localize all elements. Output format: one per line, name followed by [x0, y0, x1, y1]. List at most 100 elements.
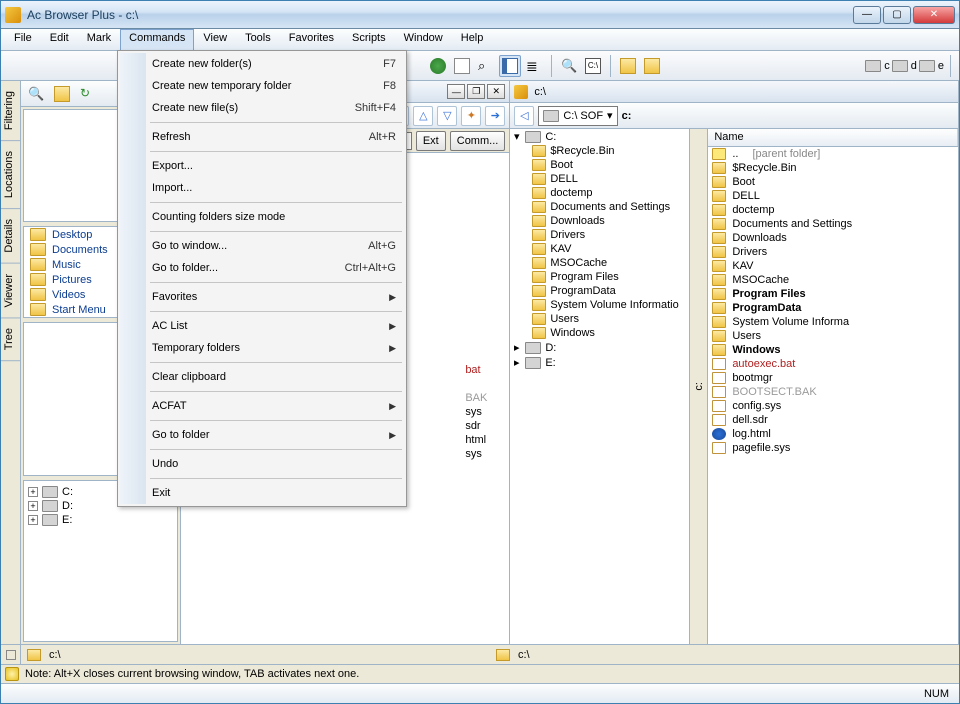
tree-folder[interactable]: Downloads — [510, 214, 689, 228]
tree-folder[interactable]: DELL — [510, 172, 689, 186]
tool-details-icon[interactable]: ≣ — [523, 55, 545, 77]
toolbar-drive-d[interactable]: d — [892, 60, 917, 72]
file-row[interactable]: log.html — [708, 427, 958, 441]
toolbar-drive-e[interactable]: e — [919, 60, 944, 72]
nav-up-icon[interactable]: △ — [413, 106, 433, 126]
menu-item[interactable]: Export... — [120, 155, 404, 177]
side-tab-viewer[interactable]: Viewer — [1, 264, 20, 318]
search-icon[interactable]: 🔍 — [25, 83, 47, 105]
file-row[interactable]: dell.sdr — [708, 413, 958, 427]
menu-item[interactable]: Create new folder(s)F7 — [120, 53, 404, 75]
toolbar-drive-c[interactable]: c — [865, 60, 890, 72]
tool-find-icon[interactable]: 🔍 — [558, 55, 580, 77]
refresh-icon[interactable]: ↻ — [77, 83, 99, 105]
drive-selector[interactable]: C:\ SOF ▾ — [538, 106, 617, 126]
file-list-right[interactable]: ..[parent folder]$Recycle.BinBootDELLdoc… — [708, 147, 958, 644]
file-row[interactable]: autoexec.bat — [708, 357, 958, 371]
expand-icon[interactable]: + — [28, 515, 38, 525]
menu-item[interactable]: Clear clipboard — [120, 366, 404, 388]
tree-folder[interactable]: Users — [510, 312, 689, 326]
path-segment-left[interactable]: c:\ — [21, 649, 490, 661]
mdi-minimize[interactable]: — — [447, 84, 465, 99]
file-row[interactable]: pagefile.sys — [708, 441, 958, 455]
folder-icon[interactable] — [51, 83, 73, 105]
path-expand-icon[interactable] — [6, 650, 16, 660]
tree-folder[interactable]: KAV — [510, 242, 689, 256]
folder-row[interactable]: Documents and Settings — [708, 217, 958, 231]
tree-folder[interactable]: doctemp — [510, 186, 689, 200]
folder-row[interactable]: Boot — [708, 175, 958, 189]
menu-item[interactable]: Exit — [120, 482, 404, 504]
menu-item[interactable]: Go to folder...Ctrl+Alt+G — [120, 257, 404, 279]
tool-refresh-icon[interactable] — [427, 55, 449, 77]
menu-item[interactable]: Temporary folders▶ — [120, 337, 404, 359]
drive-node[interactable]: +E: — [28, 513, 173, 527]
menu-view[interactable]: View — [194, 29, 236, 50]
folder-row[interactable]: Users — [708, 329, 958, 343]
menu-favorites[interactable]: Favorites — [280, 29, 343, 50]
folder-row[interactable]: doctemp — [708, 203, 958, 217]
menu-file[interactable]: File — [5, 29, 41, 50]
folder-row[interactable]: KAV — [708, 259, 958, 273]
menu-item[interactable]: Counting folders size mode — [120, 206, 404, 228]
menu-tools[interactable]: Tools — [236, 29, 280, 50]
folder-row[interactable]: MSOCache — [708, 273, 958, 287]
side-tab-locations[interactable]: Locations — [1, 141, 20, 209]
col-name[interactable]: Name — [708, 129, 958, 146]
tree-folder[interactable]: MSOCache — [510, 256, 689, 270]
menu-item[interactable]: ACFAT▶ — [120, 395, 404, 417]
folder-row[interactable]: Downloads — [708, 231, 958, 245]
tree-folder[interactable]: $Recycle.Bin — [510, 144, 689, 158]
tree-folder[interactable]: Boot — [510, 158, 689, 172]
menu-item[interactable]: Favorites▶ — [120, 286, 404, 308]
menu-item[interactable]: RefreshAlt+R — [120, 126, 404, 148]
tree-folder[interactable]: Drivers — [510, 228, 689, 242]
folder-row[interactable]: Windows — [708, 343, 958, 357]
menu-help[interactable]: Help — [452, 29, 493, 50]
menu-window[interactable]: Window — [395, 29, 452, 50]
folder-row[interactable]: System Volume Informa — [708, 315, 958, 329]
tool-folder-open-icon[interactable] — [617, 55, 639, 77]
nav-go-icon[interactable]: ➔ — [485, 106, 505, 126]
side-tab-details[interactable]: Details — [1, 209, 20, 264]
ext-button[interactable]: Ext — [416, 131, 446, 151]
file-row[interactable]: BOOTSECT.BAK — [708, 385, 958, 399]
tool-list-icon[interactable] — [499, 55, 521, 77]
tree-folder[interactable]: Documents and Settings — [510, 200, 689, 214]
tree-folder[interactable]: ProgramData — [510, 284, 689, 298]
menu-item[interactable]: Create new temporary folderF8 — [120, 75, 404, 97]
expand-icon[interactable]: + — [28, 487, 38, 497]
expand-icon[interactable]: ▸ — [512, 356, 521, 369]
menu-scripts[interactable]: Scripts — [343, 29, 395, 50]
mdi-close[interactable]: ✕ — [487, 84, 505, 99]
menu-item[interactable]: Import... — [120, 177, 404, 199]
folder-tree[interactable]: ▾C:$Recycle.BinBootDELLdoctempDocuments … — [510, 129, 690, 644]
folder-row[interactable]: Program Files — [708, 287, 958, 301]
menu-edit[interactable]: Edit — [41, 29, 78, 50]
nav-star-icon[interactable]: ✦ — [461, 106, 481, 126]
file-row[interactable]: config.sys — [708, 399, 958, 413]
tree-root[interactable]: ▾C: — [510, 129, 689, 144]
minimize-button[interactable]: — — [853, 6, 881, 24]
expand-icon[interactable]: ▸ — [512, 341, 521, 354]
mdi-restore[interactable]: ❐ — [467, 84, 485, 99]
maximize-button[interactable]: ▢ — [883, 6, 911, 24]
expand-icon[interactable]: + — [28, 501, 38, 511]
tool-binocular-icon[interactable]: ⌕ — [475, 55, 497, 77]
side-tab-filtering[interactable]: Filtering — [1, 81, 20, 141]
tree-folder[interactable]: Windows — [510, 326, 689, 340]
menu-commands[interactable]: Commands — [120, 29, 194, 50]
tree-drive[interactable]: ▸D: — [510, 340, 689, 355]
comm-button[interactable]: Comm... — [450, 131, 506, 151]
tree-folder[interactable]: System Volume Informatio — [510, 298, 689, 312]
menu-item[interactable]: Go to window...Alt+G — [120, 235, 404, 257]
folder-row[interactable]: DELL — [708, 189, 958, 203]
menu-mark[interactable]: Mark — [78, 29, 120, 50]
folder-row[interactable]: ProgramData — [708, 301, 958, 315]
folder-row[interactable]: Drivers — [708, 245, 958, 259]
menu-item[interactable]: Go to folder▶ — [120, 424, 404, 446]
tree-folder[interactable]: Program Files — [510, 270, 689, 284]
nav-down-icon[interactable]: ▽ — [437, 106, 457, 126]
tool-copy-icon[interactable] — [451, 55, 473, 77]
folder-row[interactable]: $Recycle.Bin — [708, 161, 958, 175]
